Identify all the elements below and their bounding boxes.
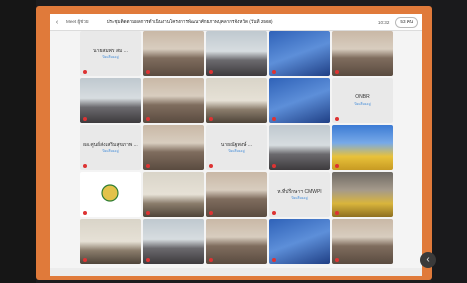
- background-right: [432, 0, 467, 283]
- mic-off-icon: [83, 211, 87, 215]
- participant-video-tile[interactable]: [206, 78, 267, 123]
- mic-off-icon: [209, 70, 213, 74]
- mic-off-icon: [146, 164, 150, 168]
- participant-video: [332, 219, 393, 264]
- participant-name-tile[interactable]: นายณัฐพงษ์ ... ปิดเสียงอยู่: [206, 125, 267, 170]
- app-name: Meet ผู้ช่วย: [66, 18, 89, 24]
- mic-off-icon: [209, 117, 213, 121]
- participant-video: [332, 31, 393, 76]
- back-icon[interactable]: ‹: [50, 19, 64, 26]
- bottom-bar: [50, 268, 422, 276]
- meet-topbar: ‹ Meet ผู้ช่วย ประชุมติดตามผลการดำเนินงา…: [50, 14, 422, 31]
- mic-off-icon: [83, 258, 87, 262]
- participant-video: [332, 125, 393, 170]
- participant-name-tile[interactable]: ONBR ปิดเสียงอยู่: [332, 78, 393, 123]
- participant-video-tile[interactable]: [269, 78, 330, 123]
- participant-video: [206, 172, 267, 217]
- participant-video-tile[interactable]: [269, 125, 330, 170]
- participant-video-tile[interactable]: [143, 172, 204, 217]
- participant-video: [269, 31, 330, 76]
- mic-off-icon: [146, 258, 150, 262]
- mic-off-icon: [146, 211, 150, 215]
- participant-video: [332, 172, 393, 217]
- background-left: [0, 0, 36, 283]
- participant-video: [206, 219, 267, 264]
- participant-video-tile[interactable]: [143, 219, 204, 264]
- mic-off-icon: [272, 117, 276, 121]
- participant-video: [143, 219, 204, 264]
- participant-video-tile[interactable]: [143, 125, 204, 170]
- mic-off-icon: [209, 211, 213, 215]
- mic-off-icon: [146, 70, 150, 74]
- mic-off-icon: [83, 70, 87, 74]
- participant-video-tile[interactable]: [206, 31, 267, 76]
- mic-off-icon: [335, 70, 339, 74]
- chevron-left-icon[interactable]: ‹: [420, 252, 436, 268]
- participant-status: ปิดเสียงอยู่: [291, 196, 308, 200]
- participant-video-tile[interactable]: [80, 78, 141, 123]
- participant-video: [80, 78, 141, 123]
- participant-video: [143, 78, 204, 123]
- participant-video-tile[interactable]: [332, 219, 393, 264]
- participant-video: [206, 78, 267, 123]
- mic-off-icon: [83, 117, 87, 121]
- meeting-title: ประชุมติดตามผลการดำเนินงานโครงการพัฒนาศั…: [106, 18, 273, 24]
- mic-off-icon: [209, 164, 213, 168]
- participant-video: [269, 78, 330, 123]
- mic-off-icon: [272, 70, 276, 74]
- participant-name-tile[interactable]: ผอ.ศูนย์ส่งเสริมสุขภาพ ... ปิดเสียงอยู่: [80, 125, 141, 170]
- mic-off-icon: [146, 117, 150, 121]
- participant-name-tile[interactable]: ห.ที่ปรึกษาฯ CMWPI ปิดเสียงอยู่: [269, 172, 330, 217]
- participant-video: [143, 125, 204, 170]
- participant-video: [206, 31, 267, 76]
- meet-window: ‹ Meet ผู้ช่วย ประชุมติดตามผลการดำเนินงา…: [50, 14, 422, 276]
- participant-video: [80, 219, 141, 264]
- participant-video: [269, 219, 330, 264]
- participant-video-tile[interactable]: [143, 31, 204, 76]
- participant-video: [143, 172, 204, 217]
- participant-status: ปิดเสียงอยู่: [354, 102, 371, 106]
- participant-name-tile[interactable]: นายสมพร สม ... ปิดเสียงอยู่: [80, 31, 141, 76]
- participant-grid: นายสมพร สม ... ปิดเสียงอยู่ ONBR ปิดเสียงอย…: [80, 31, 398, 264]
- mic-off-icon: [272, 164, 276, 168]
- participant-video-tile[interactable]: [80, 219, 141, 264]
- mic-off-icon: [209, 258, 213, 262]
- mic-off-icon: [335, 117, 339, 121]
- participant-status: ปิดเสียงอยู่: [228, 149, 245, 153]
- mic-off-icon: [272, 258, 276, 262]
- participant-video-tile[interactable]: [206, 172, 267, 217]
- participants-button[interactable]: 53 คน: [395, 16, 418, 28]
- participant-video: [269, 125, 330, 170]
- participant-video: [143, 31, 204, 76]
- participant-name: ONBR: [355, 94, 370, 100]
- participant-status: ปิดเสียงอยู่: [102, 55, 119, 59]
- participant-video-tile[interactable]: [269, 219, 330, 264]
- participant-video-tile[interactable]: [143, 78, 204, 123]
- mic-off-icon: [272, 211, 276, 215]
- meeting-time: 10:32: [377, 19, 390, 25]
- mic-off-icon: [83, 164, 87, 168]
- participant-logo-tile[interactable]: [80, 172, 141, 217]
- participant-video-tile[interactable]: [332, 172, 393, 217]
- participant-video-tile[interactable]: [332, 31, 393, 76]
- mic-off-icon: [335, 258, 339, 262]
- participant-video-tile[interactable]: [206, 219, 267, 264]
- organization-logo-icon: [101, 184, 119, 202]
- participant-video-tile[interactable]: [332, 125, 393, 170]
- photo-frame: ‹ Meet ผู้ช่วย ประชุมติดตามผลการดำเนินงา…: [0, 0, 467, 283]
- participant-status: ปิดเสียงอยู่: [102, 149, 119, 153]
- participant-video-tile[interactable]: [269, 31, 330, 76]
- mic-off-icon: [335, 211, 339, 215]
- mic-off-icon: [335, 164, 339, 168]
